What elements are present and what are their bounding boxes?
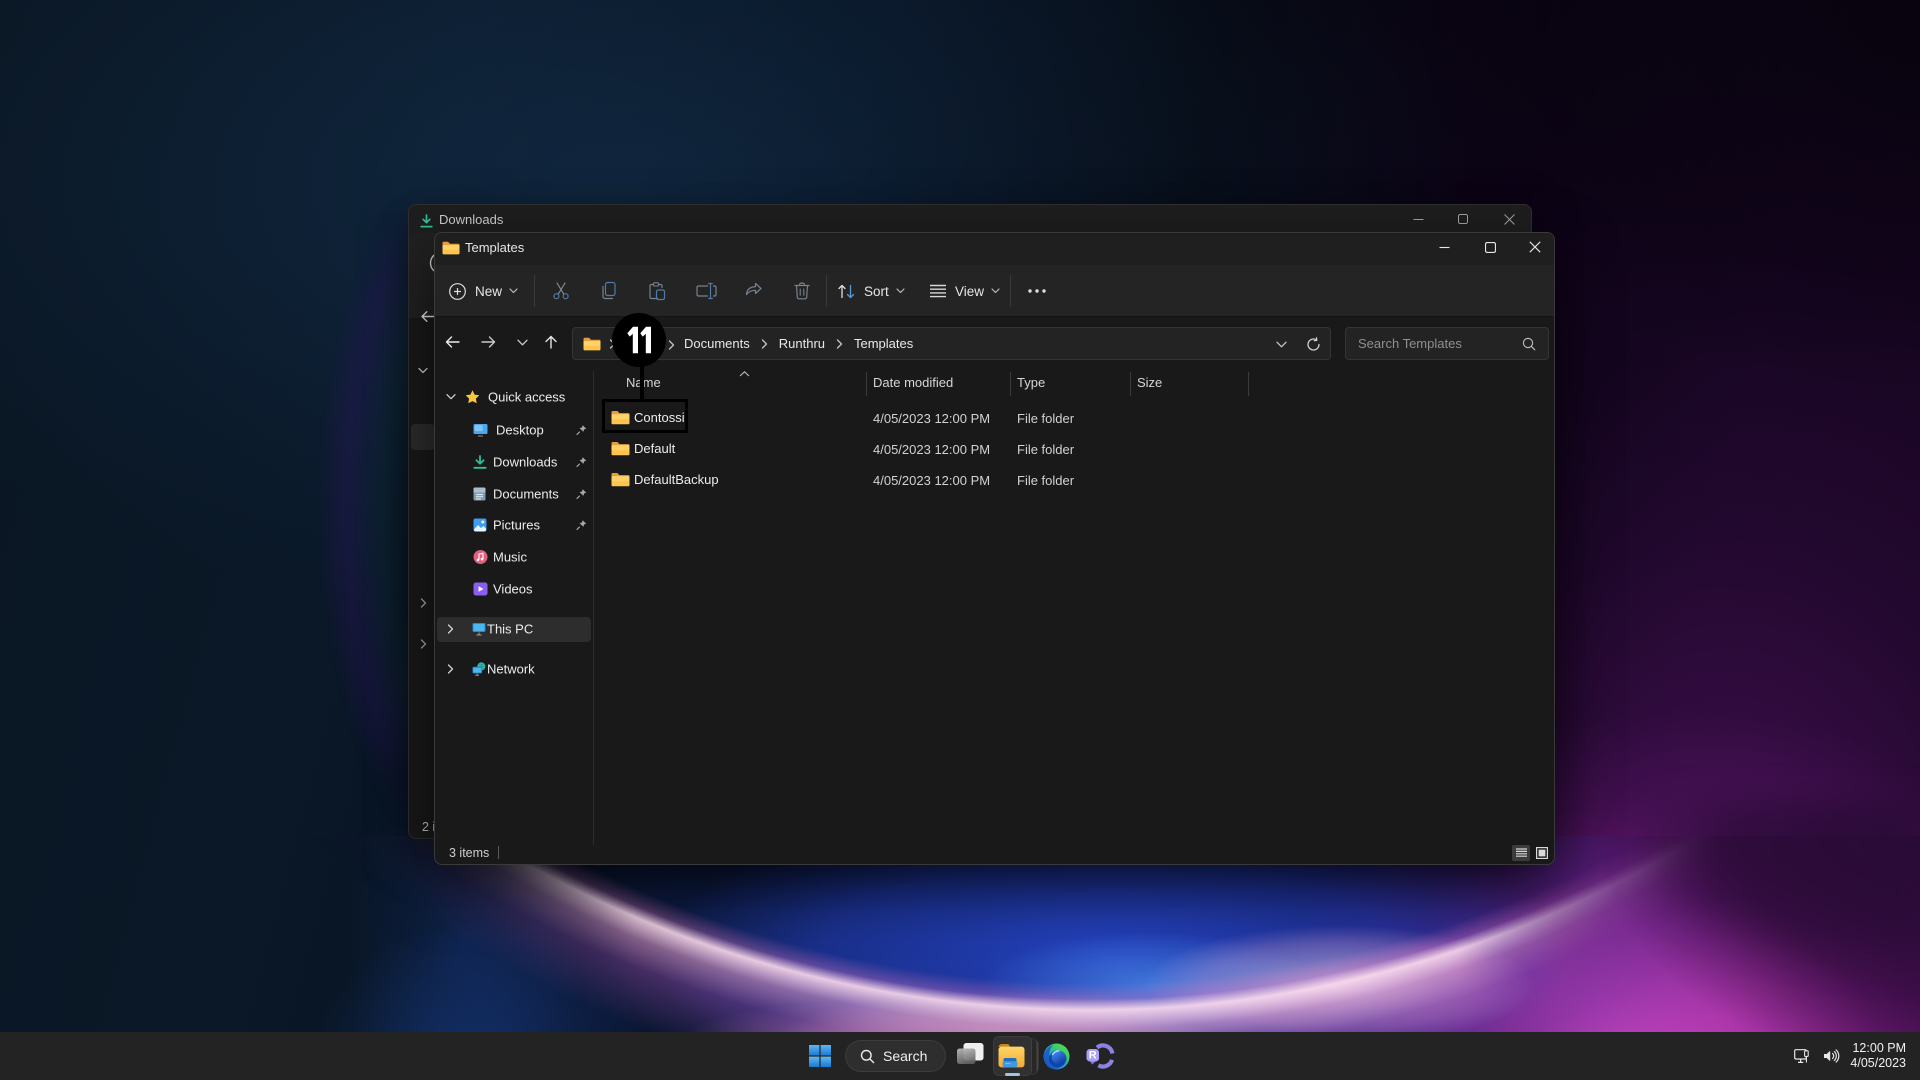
svg-text:R: R [1089, 1050, 1097, 1062]
